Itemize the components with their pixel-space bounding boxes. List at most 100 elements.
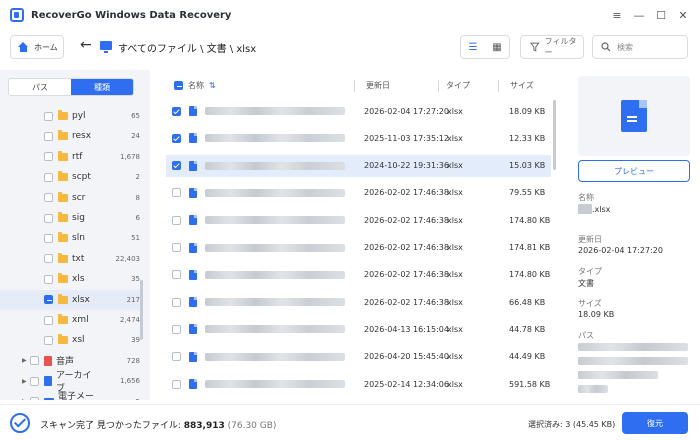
tab-type[interactable]: 種類	[71, 79, 133, 95]
tree-checkbox[interactable]	[44, 111, 53, 121]
row-checkbox[interactable]	[172, 106, 181, 116]
tree-checkbox[interactable]	[44, 315, 53, 325]
tree-item-電子メール[interactable]: ▶ 電子メール 5	[0, 392, 140, 400]
filter-icon	[530, 42, 540, 52]
tree-item-count: 2,474	[119, 316, 140, 324]
table-row[interactable]: 2024-10-22 19:31:36 xlsx 15.03 KB	[166, 154, 551, 177]
name-value: .xlsx	[578, 204, 610, 214]
table-scrollbar[interactable]	[553, 100, 556, 170]
minimize-button[interactable]: —	[630, 6, 648, 24]
row-checkbox[interactable]	[172, 243, 181, 252]
tree-item-rtf[interactable]: rtf 1,678	[0, 147, 140, 167]
menu-icon[interactable]: ≡	[608, 6, 626, 24]
tree-item-sln[interactable]: sln 51	[0, 228, 140, 248]
grid-view-icon[interactable]: ▦	[485, 36, 509, 58]
column-date[interactable]: 更新日	[366, 80, 390, 91]
tree-item-label: sig	[72, 213, 85, 223]
maximize-button[interactable]: ☐	[652, 6, 670, 24]
table-row[interactable]: 2025-11-03 17:35:12 xlsx 12.33 KB	[166, 127, 551, 149]
blurred-filename	[205, 134, 345, 143]
tree-item-xsl[interactable]: xsl 39	[0, 330, 140, 350]
tree-item-txt[interactable]: txt 22,403	[0, 249, 140, 269]
table-row[interactable]: 2026-02-02 17:46:38 xlsx 174.80 KB	[166, 209, 551, 231]
blurred-filename	[205, 107, 345, 115]
cell-date: 2026-02-02 17:46:38	[364, 297, 449, 307]
table-row[interactable]: 2026-02-02 17:46:38 xlsx 79.55 KB	[166, 182, 551, 204]
tree-checkbox[interactable]	[44, 172, 53, 182]
list-view-icon[interactable]: ☰	[461, 36, 485, 58]
row-checkbox[interactable]	[172, 324, 181, 334]
tree-checkbox[interactable]	[44, 295, 53, 305]
row-checkbox[interactable]	[172, 379, 181, 389]
table-row[interactable]: 2026-02-02 17:46:38 xlsx 174.81 KB	[166, 237, 551, 259]
row-checkbox[interactable]	[172, 215, 181, 225]
blurred-path-line	[578, 343, 688, 351]
tree-item-scpt[interactable]: scpt 2	[0, 167, 140, 187]
category-panel: パス 種類 pyl 65 resx 24 rtf 1,678 scpt 2 scr 8 sig 6 sl…	[0, 70, 150, 400]
tree-item-xml[interactable]: xml 2,474	[0, 310, 140, 330]
tree-item-label: 音声	[56, 357, 75, 368]
close-button[interactable]: ✕	[674, 6, 692, 24]
home-button[interactable]: ホーム	[10, 35, 64, 59]
row-checkbox[interactable]	[172, 297, 181, 307]
view-mode-tabs: パス 種類	[8, 78, 134, 96]
row-checkbox[interactable]	[172, 270, 181, 280]
filter-button[interactable]: フィルター	[520, 35, 584, 59]
table-row[interactable]: 2026-04-13 16:15:04 xlsx 44.78 KB	[166, 318, 551, 340]
table-row[interactable]: 2026-02-02 17:46:38 xlsx 66.48 KB	[166, 291, 551, 313]
expand-arrow-icon[interactable]: ▶	[22, 398, 30, 400]
column-type[interactable]: タイプ	[446, 80, 470, 91]
cell-type: xlsx	[447, 297, 463, 307]
tree-item-scr[interactable]: scr 8	[0, 188, 140, 208]
recover-button[interactable]: 復元	[622, 412, 688, 434]
row-checkbox[interactable]	[172, 161, 181, 171]
tree-checkbox[interactable]	[44, 233, 53, 243]
tree-checkbox[interactable]	[30, 356, 39, 366]
tree-checkbox[interactable]	[44, 335, 53, 345]
tree-item-resx[interactable]: resx 24	[0, 126, 140, 146]
search-input[interactable]	[617, 42, 677, 52]
tree-checkbox[interactable]	[44, 193, 53, 203]
cell-date: 2025-02-14 12:34:06	[364, 379, 449, 389]
row-checkbox[interactable]	[172, 188, 181, 198]
tree-item-label: pyl	[72, 111, 86, 121]
expand-arrow-icon[interactable]: ▶	[22, 357, 30, 364]
folder-icon	[58, 191, 68, 202]
tree-item-label: 電子メール	[58, 391, 95, 400]
column-name[interactable]: 名称 ⇅	[188, 80, 216, 91]
table-row[interactable]: 2025-02-14 12:34:06 xlsx 591.58 KB	[166, 373, 551, 395]
found-size: (76.30 GB)	[224, 421, 277, 431]
folder-icon	[58, 273, 68, 284]
blurred-filename	[205, 380, 345, 388]
cell-size: 66.48 KB	[509, 297, 546, 307]
table-row[interactable]: 2026-04-20 15:45:40 xlsx 44.49 KB	[166, 346, 551, 368]
column-size[interactable]: サイズ	[510, 80, 534, 91]
tree-checkbox[interactable]	[30, 376, 39, 386]
tree-item-xlsx[interactable]: xlsx 217	[0, 289, 140, 310]
preview-button[interactable]: プレビュー	[578, 160, 690, 182]
tree-checkbox[interactable]	[44, 152, 53, 162]
table-row[interactable]: 2026-02-02 17:46:38 xlsx 174.80 KB	[166, 264, 551, 286]
tree-item-sig[interactable]: sig 6	[0, 208, 140, 228]
tree-checkbox[interactable]	[44, 254, 53, 264]
column-divider	[498, 80, 499, 92]
back-arrow-icon[interactable]: ←	[80, 37, 92, 53]
blurred-path-line	[578, 385, 608, 393]
tree-checkbox[interactable]	[44, 131, 53, 141]
expand-arrow-icon[interactable]: ▶	[22, 378, 30, 385]
row-checkbox[interactable]	[172, 352, 181, 362]
tree-item-pyl[interactable]: pyl 65	[0, 106, 140, 126]
select-all-checkbox[interactable]	[174, 81, 183, 90]
tree-checkbox[interactable]	[30, 397, 39, 400]
size-value: 18.09 KB	[578, 310, 615, 319]
row-checkbox[interactable]	[172, 133, 181, 143]
tree-item-count: 65	[131, 112, 140, 120]
tree-item-count: 24	[131, 132, 140, 141]
table-row[interactable]: 2026-02-04 17:27:20 xlsx 18.09 KB	[166, 100, 551, 122]
tree-item-xls[interactable]: xls 35	[0, 269, 140, 289]
sort-icon[interactable]: ⇅	[209, 81, 216, 90]
tree-checkbox[interactable]	[44, 213, 53, 223]
tree-scrollbar[interactable]	[140, 280, 143, 340]
tab-path[interactable]: パス	[9, 79, 71, 95]
tree-checkbox[interactable]	[44, 274, 53, 284]
